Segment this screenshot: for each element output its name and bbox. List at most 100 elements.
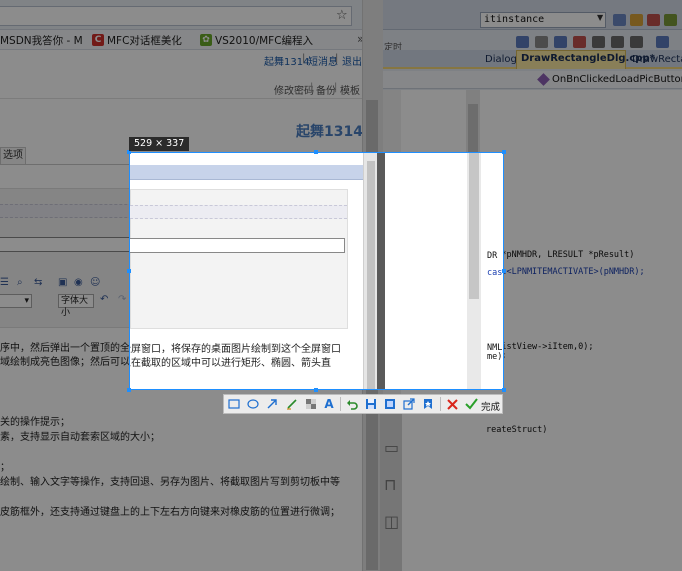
toolbar-separator <box>340 397 341 411</box>
selected-dashed-row <box>130 205 347 219</box>
side-glyph-icon: ⊓ <box>384 475 397 494</box>
selected-blue-bar <box>130 165 363 180</box>
toolbar-icon[interactable] <box>573 36 586 48</box>
capture-selection[interactable]: 序中，然后弹出一个置顶的全屏窗口，将保存的桌面图片绘制到这个全屏窗口 域绘制成亮… <box>129 152 504 390</box>
article-line: 皮筋框外，还支持通过键盘上的上下左右方向键来对橡皮筋的位置进行微调； <box>0 507 340 518</box>
pin-icon <box>424 399 432 409</box>
function-combo[interactable]: OnBnClickedLoadPicButton() <box>552 74 682 85</box>
share-icon <box>403 398 415 410</box>
bookmark-star-icon[interactable]: ☆ <box>336 8 348 23</box>
pin-button[interactable] <box>421 397 435 411</box>
toolbar-icon[interactable] <box>613 14 626 26</box>
article-line: ； <box>0 462 10 473</box>
font-family-select[interactable]: ▾ <box>0 294 32 308</box>
rectangle-icon <box>228 399 240 409</box>
nav-link-logout[interactable]: 退出 <box>342 53 362 68</box>
blog-title: 起舞1314 <box>296 124 363 140</box>
done-button[interactable] <box>464 397 478 411</box>
share-button[interactable] <box>402 397 416 411</box>
ellipse-tool[interactable] <box>246 397 260 411</box>
article-line: 绘制、输入文字等操作，支持回退、另存为图片、将截取图片写到剪切板中等 <box>0 477 340 488</box>
address-bar[interactable] <box>0 6 352 26</box>
undo-icon[interactable]: ↶ <box>100 294 108 305</box>
copy-button[interactable] <box>383 397 397 411</box>
image-icon[interactable]: ▣ <box>58 277 67 288</box>
replace-icon[interactable]: ⇆ <box>34 277 42 288</box>
bookmark-label: MSDN我答你 - M <box>0 34 83 47</box>
bookmark-item[interactable]: C MFC对话框美化 <box>92 33 182 47</box>
close-icon <box>446 398 458 410</box>
tab-drawrectan[interactable]: DrawRectan <box>632 54 682 65</box>
link-backup[interactable]: 备份 <box>316 82 336 97</box>
link-change-password[interactable]: 修改密码 <box>274 82 314 97</box>
vs-toolbar-2 <box>510 34 682 50</box>
user-nav: 起舞1314 | 短消息 | 退出 <box>264 53 362 68</box>
resize-handle-se[interactable] <box>502 388 506 392</box>
cancel-button[interactable] <box>445 397 459 411</box>
resize-handle-sw[interactable] <box>127 388 131 392</box>
undo-button[interactable] <box>345 397 359 411</box>
resize-handle-ne[interactable] <box>502 150 506 154</box>
article-line: 序中，然后弹出一个置顶的全屏窗口，将保存的桌面图片绘制到这个全屏窗口 <box>130 344 341 355</box>
list-icon[interactable]: ☰ <box>0 277 9 288</box>
toolbar-separator <box>440 397 441 411</box>
side-glyph-icon: ◫ <box>384 512 400 531</box>
ellipse-icon <box>247 399 259 409</box>
letter-c-icon: C <box>92 34 104 46</box>
mosaic-icon <box>306 399 316 409</box>
article-line: 关的操作提示； <box>0 417 70 428</box>
find-icon[interactable]: ⌕ <box>17 277 23 288</box>
rectangle-tool[interactable] <box>227 397 241 411</box>
screen-capture-desktop: ☆ ⋮ MSDN我答你 - M C MFC对话框美化 ✿ VS2010/MFC编… <box>0 0 682 571</box>
tab-dialog[interactable]: Dialog <box>485 54 517 65</box>
side-glyph-icon: ▭ <box>384 438 400 457</box>
divider <box>0 98 362 99</box>
pen-tool[interactable] <box>285 397 299 411</box>
bookmark-item[interactable]: MSDN我答你 - M <box>0 33 83 47</box>
media-icon[interactable]: ◉ <box>74 277 83 288</box>
link-template[interactable]: 模板 <box>340 82 360 97</box>
bookmark-label: VS2010/MFC编程入 <box>215 34 314 47</box>
selection-size-label: 529 × 337 <box>129 137 190 151</box>
selected-scrollbar-thumb <box>367 161 375 389</box>
emoticon-icon[interactable]: ☺ <box>90 277 100 288</box>
bookmark-label: MFC对话框美化 <box>107 34 182 47</box>
done-label[interactable]: 完成 <box>481 399 500 413</box>
font-size-select[interactable]: 字体大小 <box>58 294 94 318</box>
save-icon <box>366 399 376 409</box>
tab-options[interactable]: 选项 <box>0 147 26 165</box>
redo-icon[interactable]: ↷ <box>118 294 126 305</box>
toolbar-icon[interactable] <box>647 14 660 26</box>
resize-handle-s[interactable] <box>314 388 318 392</box>
code-line: DR *pNMHDR, LRESULT *pResult) <box>486 250 635 260</box>
toolbar-icon[interactable] <box>554 36 567 48</box>
toolbar-icon[interactable] <box>611 36 624 48</box>
check-icon <box>464 398 478 410</box>
article-line: 素，支持显示自动套索区域的大小； <box>0 432 160 443</box>
bookmark-item[interactable]: ✿ VS2010/MFC编程入 <box>200 33 313 47</box>
vs-solution-combo[interactable]: itinstance <box>480 12 606 28</box>
leaf-icon: ✿ <box>200 34 212 46</box>
chevron-down-icon[interactable]: ▼ <box>597 13 603 22</box>
resize-handle-e[interactable] <box>502 269 506 273</box>
article-line: 域绘制成亮色图像；然后可以在截取的区域中可以进行矩形、椭圆、箭头直 <box>130 358 331 369</box>
resize-handle-w[interactable] <box>127 269 131 273</box>
text-tool[interactable]: A <box>322 397 336 411</box>
toolbar-icon[interactable] <box>630 36 643 48</box>
toolbar-icon[interactable] <box>592 36 605 48</box>
selected-editor-scrollbar-thumb <box>469 153 479 299</box>
save-button[interactable] <box>364 397 378 411</box>
arrow-tool[interactable] <box>265 397 279 411</box>
toolbar-icon[interactable] <box>656 36 669 48</box>
resize-handle-n[interactable] <box>314 150 318 154</box>
toolbar-icon[interactable] <box>630 14 643 26</box>
arrow-icon <box>267 399 277 409</box>
nav-link-messages[interactable]: 短消息 <box>308 53 338 68</box>
code-line: DR *pNMHDR, LRESULT *pResult) <box>487 251 503 261</box>
toolbar-icon[interactable] <box>664 14 677 26</box>
copy-icon <box>385 399 395 409</box>
toolbar-icon[interactable] <box>516 36 529 48</box>
blog-admin-links: 修改密码 | 备份 | 模板 <box>274 82 360 97</box>
toolbar-icon[interactable] <box>535 36 548 48</box>
mosaic-tool[interactable] <box>304 397 318 411</box>
